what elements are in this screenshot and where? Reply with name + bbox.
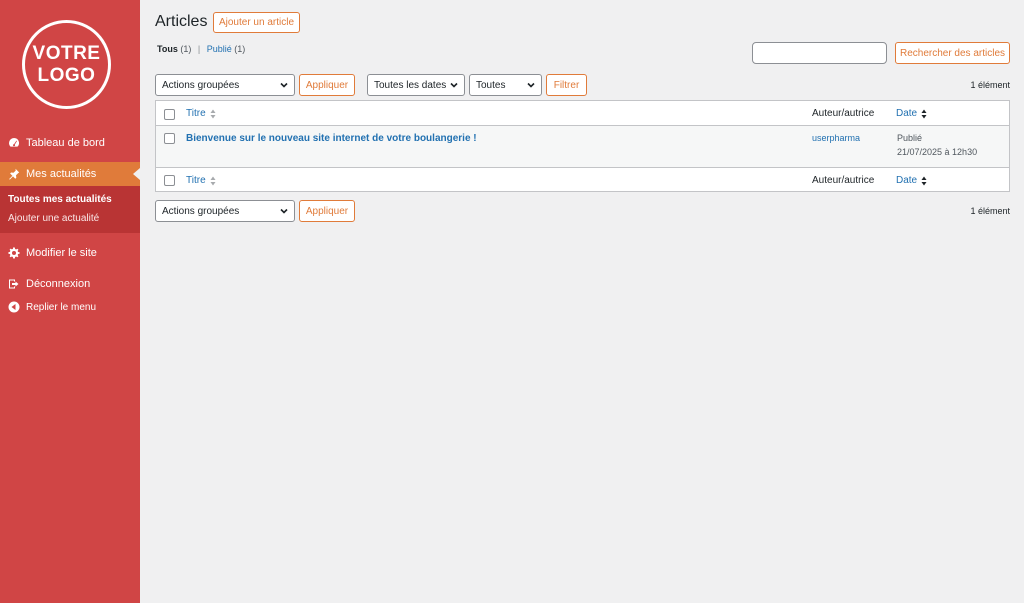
bulk-actions-value: Actions groupées <box>162 79 240 91</box>
chevron-down-icon <box>450 81 458 89</box>
column-header-title[interactable]: Titre <box>186 108 216 119</box>
sidebar-item-label: Déconnexion <box>26 278 91 290</box>
chevron-down-icon <box>280 207 288 215</box>
column-date-label: Date <box>896 175 918 186</box>
sidebar-submenu: Toutes mes actualités Ajouter une actual… <box>0 186 140 233</box>
column-footer-title[interactable]: Titre <box>186 175 216 186</box>
submenu-item-all-news[interactable]: Toutes mes actualités <box>8 194 112 205</box>
column-title-label: Titre <box>186 175 206 186</box>
items-count-top: 1 élément <box>970 80 1010 90</box>
search-articles-button[interactable]: Rechercher des articles <box>895 42 1010 64</box>
date-filter-value: Toutes les dates <box>374 79 447 91</box>
admin-sidebar: VOTRE LOGO Tableau de bord Mes actualité… <box>0 0 140 603</box>
filter-published-link[interactable]: Publié <box>207 44 232 54</box>
site-logo[interactable]: VOTRE LOGO <box>22 20 111 109</box>
sidebar-item-label: Mes actualités <box>26 168 97 180</box>
column-header-author: Auteur/autrice <box>812 108 875 119</box>
sidebar-item-label: Tableau de bord <box>26 137 105 149</box>
column-title-label: Titre <box>186 108 206 119</box>
table-row: Bienvenue sur le nouveau site internet d… <box>156 126 1009 168</box>
sidebar-item-logout[interactable]: Déconnexion <box>0 272 140 296</box>
post-date: 21/07/2025 à 12h30 <box>897 147 978 157</box>
table-footer-row: Titre Auteur/autrice Date <box>156 168 1009 192</box>
column-footer-author: Auteur/autrice <box>812 175 875 186</box>
category-filter-select[interactable]: Toutes <box>469 74 542 96</box>
table-header-row: Titre Auteur/autrice Date <box>156 101 1009 126</box>
add-article-button[interactable]: Ajouter un article <box>213 12 300 33</box>
bulk-actions-select-bottom[interactable]: Actions groupées <box>155 200 295 222</box>
column-header-date[interactable]: Date <box>896 108 927 119</box>
filter-published-count: (1) <box>234 44 246 54</box>
sort-icon <box>210 176 216 185</box>
column-date-label: Date <box>896 108 918 119</box>
filter-all-count: (1) <box>180 44 192 54</box>
sort-icon <box>210 109 216 118</box>
sort-icon <box>921 109 927 118</box>
logo-text: VOTRE LOGO <box>32 42 101 86</box>
post-status: Publié <box>897 133 923 143</box>
filter-button[interactable]: Filtrer <box>546 74 587 96</box>
row-checkbox[interactable] <box>164 133 175 144</box>
date-filter-select[interactable]: Toutes les dates <box>367 74 465 96</box>
page-title: Articles <box>155 13 208 30</box>
search-input[interactable] <box>752 42 887 64</box>
submenu-item-add-news[interactable]: Ajouter une actualité <box>8 213 99 224</box>
articles-table: Titre Auteur/autrice Date Bienvenue sur … <box>155 100 1010 192</box>
sidebar-collapse-menu[interactable]: Replier le menu <box>0 295 140 319</box>
pin-icon <box>8 168 20 180</box>
filter-all-link[interactable]: Tous <box>157 44 178 54</box>
select-all-checkbox-footer[interactable] <box>164 175 175 186</box>
chevron-down-icon <box>527 81 535 89</box>
apply-button-top[interactable]: Appliquer <box>299 74 355 96</box>
sort-icon <box>921 176 927 185</box>
sidebar-item-label: Replier le menu <box>26 301 97 313</box>
gear-icon <box>8 247 20 259</box>
logout-icon <box>8 278 20 290</box>
post-title-link[interactable]: Bienvenue sur le nouveau site internet d… <box>186 133 477 144</box>
post-author-link[interactable]: userpharma <box>812 133 860 143</box>
sidebar-item-label: Modifier le site <box>26 247 97 259</box>
sidebar-item-dashboard[interactable]: Tableau de bord <box>0 131 140 155</box>
select-all-checkbox[interactable] <box>164 109 175 120</box>
chevron-down-icon <box>280 81 288 89</box>
dashboard-icon <box>8 137 20 149</box>
apply-button-bottom[interactable]: Appliquer <box>299 200 355 222</box>
sidebar-item-modifier-site[interactable]: Modifier le site <box>0 241 140 265</box>
bulk-actions-value: Actions groupées <box>162 205 240 217</box>
collapse-icon <box>8 301 20 313</box>
filter-separator: | <box>197 44 201 54</box>
column-footer-date[interactable]: Date <box>896 175 927 186</box>
bulk-actions-select-top[interactable]: Actions groupées <box>155 74 295 96</box>
status-filter-links: Tous (1) | Publié (1) <box>157 44 245 54</box>
category-filter-value: Toutes <box>476 79 506 91</box>
items-count-bottom: 1 élément <box>970 206 1010 216</box>
sidebar-item-actualites[interactable]: Mes actualités <box>0 162 140 186</box>
